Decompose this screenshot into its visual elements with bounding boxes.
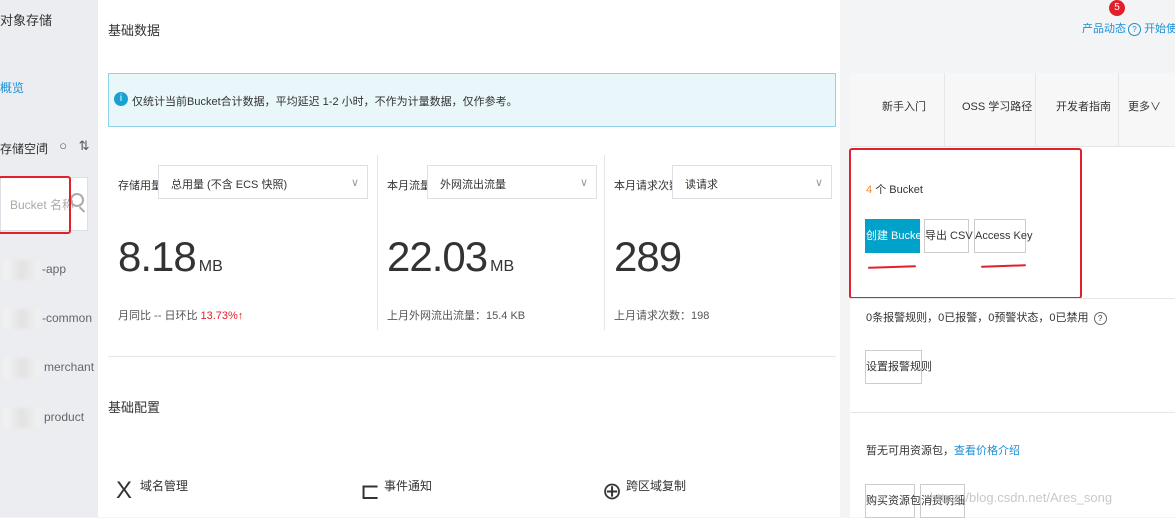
domain-management-icon: X (116, 477, 133, 504)
page-title: 基础数据 (108, 23, 161, 38)
tab-more[interactable]: 更多∨ (1128, 98, 1161, 114)
sidebar-bucket-item[interactable]: merchant (0, 355, 98, 381)
metric-value-storage: 8.18 MB (118, 233, 223, 281)
select-value: 外网流出流量 (440, 179, 506, 191)
metric-label-traffic: 本月流量 (387, 180, 431, 192)
config-item-replication[interactable]: 跨区域复制 (626, 477, 686, 494)
config-item-domain[interactable]: 域名管理 (140, 477, 188, 494)
resource-summary: 暂无可用资源包，查看价格介绍 (866, 442, 1020, 458)
config-section-title: 基础配置 (108, 400, 161, 415)
chevron-down-icon: ∨ (579, 177, 588, 189)
resource-text: 暂无可用资源包， (866, 445, 954, 457)
alarm-summary-text: 0条报警规则，0已报警，0预警状态，0已禁用 (866, 312, 1089, 324)
set-alarm-rules-button[interactable]: 设置报警规则 (865, 350, 932, 384)
notification-badge: 5 (1109, 0, 1125, 16)
divider (377, 155, 378, 330)
storage-type-select[interactable]: 总用量 (不含 ECS 快照) ∨ (158, 165, 368, 199)
chevron-down-icon: ∨ (350, 177, 359, 189)
metric-sub-storage: 月同比 -- 日环比 13.73%↑ (118, 307, 243, 323)
tab-divider (1035, 73, 1036, 146)
chevron-down-icon: ∨ (814, 177, 823, 189)
bucket-name: merchant (44, 360, 95, 374)
tab-divider (944, 73, 945, 146)
info-icon: i (114, 92, 128, 106)
getting-started-link[interactable]: ? 开始使用 (1126, 20, 1175, 36)
metric-label-storage: 存储用量 (118, 180, 162, 192)
event-notification-icon: ⊏ (360, 478, 381, 505)
product-news-link[interactable]: 产品动态 (1082, 20, 1126, 36)
tab-learning-path[interactable]: OSS 学习路径 (962, 98, 1032, 114)
sidebar-bucket-item[interactable]: -common (0, 306, 98, 332)
tab-divider (1118, 73, 1119, 146)
pricing-link[interactable]: 查看价格介绍 (954, 445, 1020, 457)
sidebar-item-overview[interactable]: 概览 (0, 79, 24, 96)
metric-sub-highlight: 13.73%↑ (200, 310, 244, 322)
sidebar-title: 对象存储 (0, 13, 53, 28)
metric-value-traffic: 22.03 MB (387, 233, 514, 281)
search-icon[interactable] (70, 193, 84, 207)
divider (604, 155, 605, 330)
alarm-summary: 0条报警规则，0已报警，0预警状态，0已禁用 ? (866, 309, 1107, 325)
metric-number: 22.03 (387, 233, 488, 280)
section-divider (108, 356, 836, 357)
section-divider (850, 298, 1175, 299)
bucket-name: -common (42, 311, 93, 325)
help-icon[interactable]: ? (1093, 312, 1107, 325)
metric-sub-text: 月同比 -- 日环比 (118, 310, 198, 322)
select-value: 读请求 (685, 179, 718, 191)
cross-region-replication-icon: ⊕ (602, 478, 623, 505)
metric-sub-traffic: 上月外网流出流量：15.4 KB (387, 310, 526, 322)
config-item-events[interactable]: 事件通知 (384, 477, 432, 494)
annotation-box-search (0, 176, 71, 234)
metric-sub-requests: 上月请求次数：198 (614, 310, 710, 322)
sidebar-bucket-item[interactable]: product (0, 405, 98, 431)
buy-resource-pack-button[interactable]: 购买资源包 (865, 484, 921, 518)
section-divider (850, 412, 1175, 413)
annotation-box-buttons (849, 148, 1082, 299)
watermark: https://blog.csdn.net/Ares_song (930, 490, 1113, 505)
metric-value-requests: 289 (614, 233, 682, 280)
metric-unit: MB (198, 258, 223, 275)
getting-started-label: 开始使用 (1144, 23, 1175, 35)
bucket-name: product (44, 410, 85, 424)
metric-label-requests: 本月请求次数 (614, 180, 680, 192)
bucket-name: -app (42, 262, 67, 276)
help-icon: ? (1128, 23, 1141, 36)
metric-number: 8.18 (118, 233, 197, 280)
select-value: 总用量 (不含 ECS 快照) (171, 179, 288, 191)
request-type-select[interactable]: 读请求 ∨ (672, 165, 832, 199)
tab-beginner[interactable]: 新手入门 (882, 98, 926, 114)
sidebar-bucket-item[interactable]: -app (0, 257, 98, 283)
traffic-type-select[interactable]: 外网流出流量 ∨ (427, 165, 597, 199)
tab-developer-guide[interactable]: 开发者指南 (1056, 98, 1111, 114)
info-text: 仅统计当前Bucket合计数据，平均延迟 1-2 小时，不作为计量数据，仅作参考… (132, 96, 518, 108)
metric-unit: MB (490, 258, 515, 275)
